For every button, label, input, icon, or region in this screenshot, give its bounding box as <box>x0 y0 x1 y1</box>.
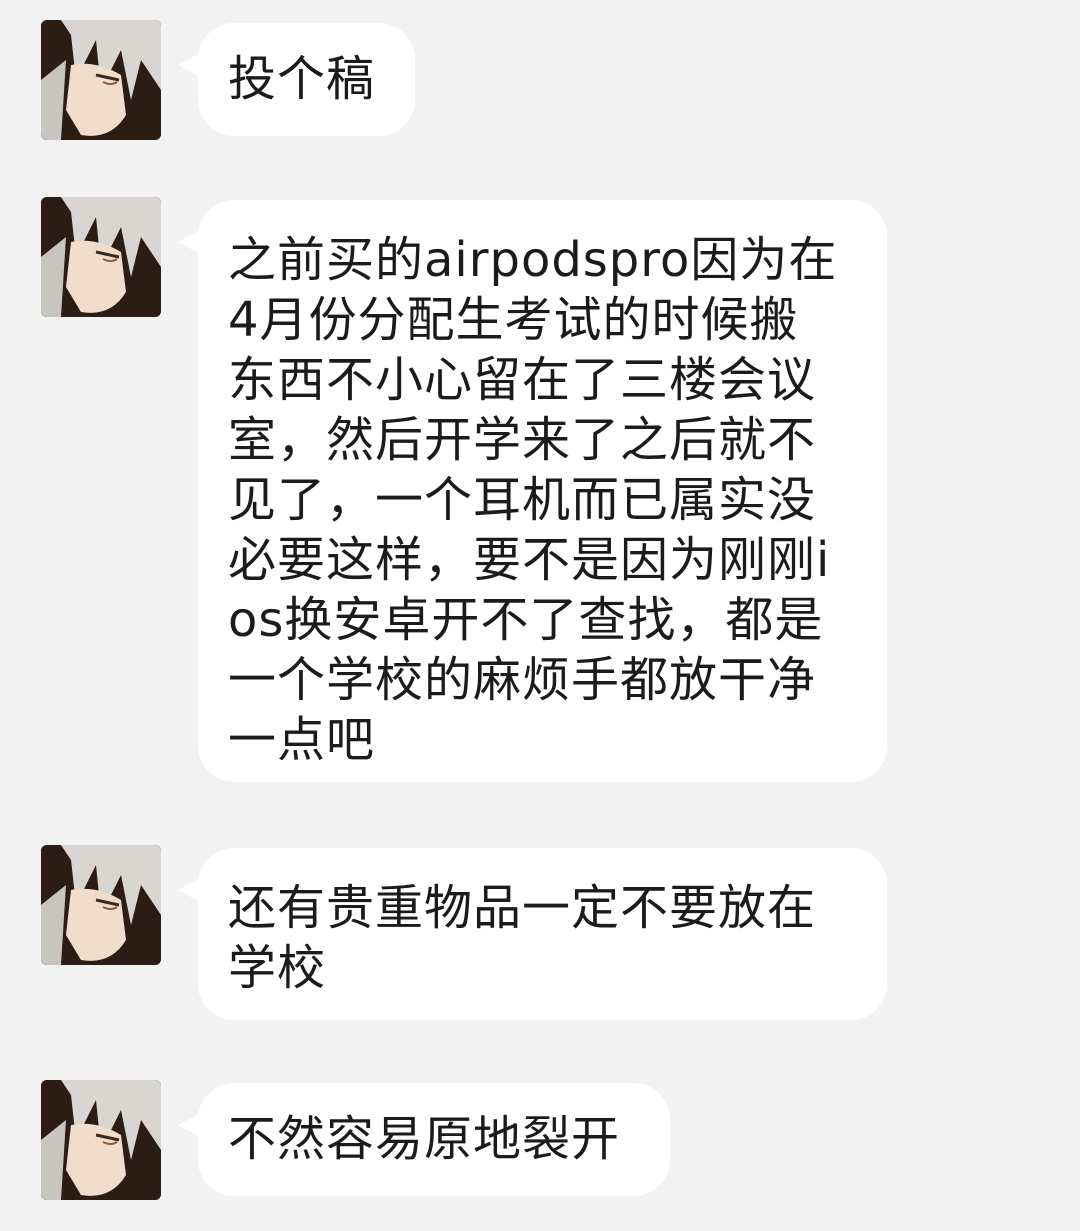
anime-avatar-icon <box>41 845 161 965</box>
avatar[interactable] <box>41 20 161 140</box>
anime-avatar-icon <box>41 197 161 317</box>
message-row: 不然容易原地裂开 <box>0 1080 1080 1200</box>
message-text: 之前买的airpodspro因为在4月份分配生考试的时候搬东西不小心留在了三楼会… <box>228 232 838 768</box>
message-bubble[interactable]: 投个稿 <box>178 23 415 136</box>
message-text: 投个稿 <box>228 51 376 107</box>
message-text: 不然容易原地裂开 <box>228 1111 621 1167</box>
avatar[interactable] <box>41 1080 161 1200</box>
message-bubble[interactable]: 还有贵重物品一定不要放在学校 <box>178 848 887 1020</box>
message-bubble[interactable]: 之前买的airpodspro因为在4月份分配生考试的时候搬东西不小心留在了三楼会… <box>178 200 887 782</box>
anime-avatar-icon <box>41 20 161 140</box>
message-row: 投个稿 <box>0 20 1080 140</box>
anime-avatar-icon <box>41 1080 161 1200</box>
avatar[interactable] <box>41 197 161 317</box>
avatar[interactable] <box>41 845 161 965</box>
message-row: 还有贵重物品一定不要放在学校 <box>0 845 1080 1020</box>
message-text: 还有贵重物品一定不要放在学校 <box>228 880 817 996</box>
message-row: 之前买的airpodspro因为在4月份分配生考试的时候搬东西不小心留在了三楼会… <box>0 197 1080 787</box>
message-bubble[interactable]: 不然容易原地裂开 <box>178 1083 670 1196</box>
